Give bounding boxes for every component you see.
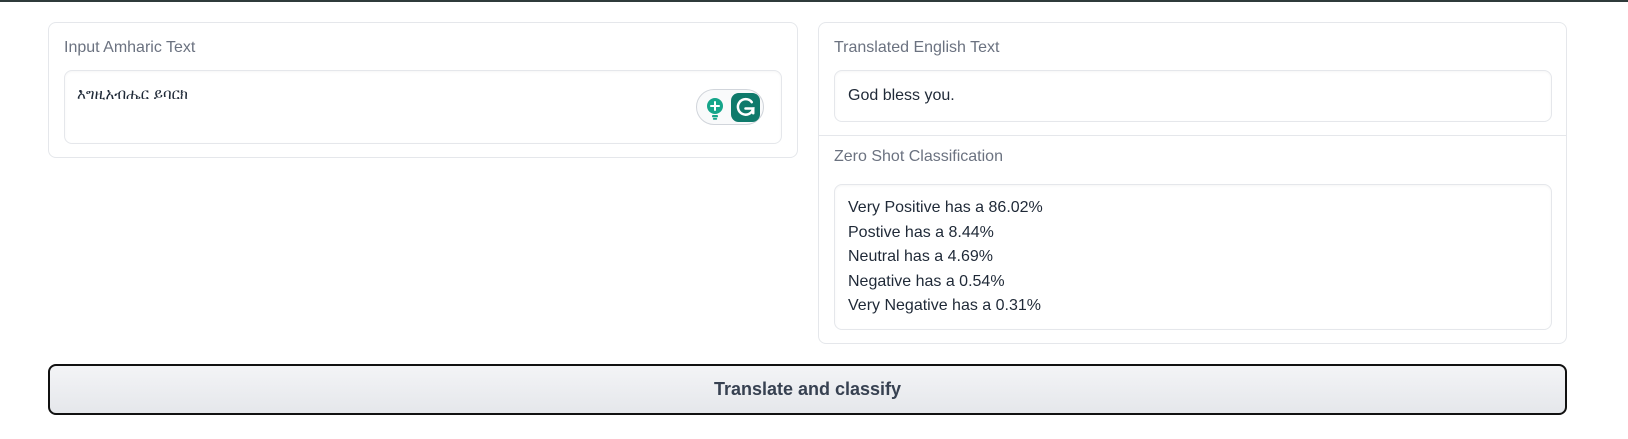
classification-label: Zero Shot Classification (834, 148, 1003, 165)
input-panel: Input Amharic Text እግዚአብሔር ይባርክ (48, 22, 798, 158)
output-panel: Translated English Text God bless you. Z… (818, 22, 1567, 344)
translation-output-field[interactable]: God bless you. (834, 70, 1552, 122)
classification-line-very-positive: Very Positive has a 86.02% (848, 199, 1043, 216)
classification-line-positive: Postive has a 8.44% (848, 223, 994, 241)
amharic-input-value[interactable]: እግዚአብሔር ይባርክ (77, 85, 188, 103)
amharic-input-field[interactable]: እግዚአብሔር ይባርክ (64, 70, 782, 144)
translation-value: God bless you. (848, 87, 955, 104)
classification-line-very-negative: Very Negative has a 0.31% (848, 297, 1042, 314)
lightbulb-icon[interactable] (703, 96, 727, 120)
input-label: Input Amharic Text (64, 39, 196, 56)
classification-line-neutral: Neutral has a 4.69% (848, 248, 993, 265)
grammarly-widget[interactable] (696, 89, 764, 125)
translate-and-classify-label[interactable]: Translate and classify (714, 379, 901, 400)
classification-output-field[interactable]: Very Positive has a 86.02% Postive has a… (834, 184, 1552, 330)
translate-and-classify-button[interactable]: Translate and classify (48, 364, 1567, 415)
section-divider (819, 135, 1566, 136)
classification-line-negative: Negative has a 0.54% (848, 272, 1005, 290)
grammarly-g-icon[interactable] (731, 93, 760, 122)
top-border (0, 0, 1628, 2)
translation-label: Translated English Text (834, 39, 1000, 56)
